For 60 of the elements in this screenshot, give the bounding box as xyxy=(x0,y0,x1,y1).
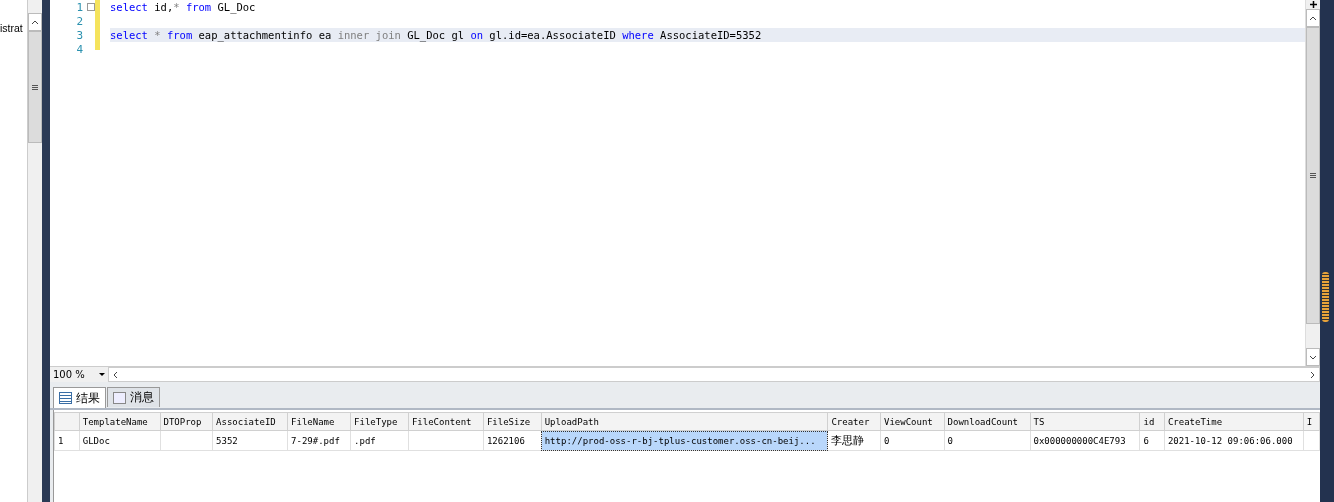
table-cell[interactable]: GLDoc xyxy=(79,430,160,451)
scroll-up-button[interactable] xyxy=(1306,9,1320,27)
zoom-dropdown[interactable]: 100 % xyxy=(50,367,108,382)
column-header[interactable]: Creater xyxy=(827,412,881,431)
chevron-left-icon[interactable] xyxy=(113,371,118,379)
grid-icon xyxy=(59,392,72,404)
results-tab[interactable]: 消息 xyxy=(107,387,160,407)
line-number: 1 xyxy=(76,0,83,14)
table-cell[interactable]: 6 xyxy=(1139,430,1165,451)
scroll-down-button[interactable] xyxy=(1306,348,1320,366)
column-header[interactable]: FileSize xyxy=(483,412,542,431)
column-header[interactable]: AssociateID xyxy=(212,412,288,431)
chevron-right-icon[interactable] xyxy=(1310,371,1315,379)
table-cell[interactable] xyxy=(408,430,484,451)
scrollbar-thumb[interactable] xyxy=(28,31,42,143)
column-header[interactable]: TS xyxy=(1030,412,1140,431)
row-number: 1 xyxy=(54,430,80,451)
line-number: 3 xyxy=(76,28,83,42)
column-header[interactable]: FileName xyxy=(287,412,351,431)
column-header[interactable]: DTOProp xyxy=(160,412,213,431)
document-icon xyxy=(113,391,126,404)
chevron-down-icon xyxy=(1309,354,1317,360)
line-number: 4 xyxy=(76,42,83,56)
column-header[interactable]: TemplateName xyxy=(79,412,160,431)
table-cell[interactable]: 2021-10-12 09:06:06.000 xyxy=(1164,430,1304,451)
grip-icon xyxy=(1310,173,1316,178)
scrollbar-thumb[interactable] xyxy=(1322,272,1329,322)
column-header[interactable]: UploadPath xyxy=(541,412,828,431)
table-cell[interactable]: 0 xyxy=(944,430,1030,451)
chevron-up-icon xyxy=(1309,15,1317,21)
table-cell[interactable]: http://prod-oss-r-bj-tplus-customer.oss-cn-beij... xyxy=(541,430,828,451)
column-header[interactable]: id xyxy=(1139,412,1165,431)
table-cell[interactable] xyxy=(1303,430,1320,451)
scroll-up-button[interactable] xyxy=(28,13,42,31)
table-cell[interactable]: 李思静 xyxy=(827,430,881,451)
change-marker xyxy=(95,0,100,50)
code-line: select id,* from GL_Doc xyxy=(110,1,256,13)
table-cell[interactable]: .pdf xyxy=(350,430,409,451)
table-cell[interactable]: 7-29#.pdf xyxy=(287,430,351,451)
column-header[interactable]: DownloadCount xyxy=(944,412,1030,431)
table-cell[interactable]: 0 xyxy=(880,430,945,451)
table-cell[interactable]: 0x000000000C4E793 xyxy=(1030,430,1140,451)
horizontal-scrollbar[interactable] xyxy=(108,367,1320,382)
vertical-scrollbar[interactable] xyxy=(1305,0,1320,366)
column-header[interactable]: ViewCount xyxy=(880,412,945,431)
column-header[interactable]: FileContent xyxy=(408,412,484,431)
code-line: select * from eap_attachmentinfo ea inner join GL_Doc gl on gl.id=ea.AssociateID where AssociateID=5352 xyxy=(110,29,762,41)
chevron-up-icon xyxy=(31,19,40,25)
results-tab[interactable]: 结果 xyxy=(53,387,106,408)
splitter-icon[interactable] xyxy=(1309,1,1317,8)
table-cell[interactable]: 5352 xyxy=(212,430,288,451)
grip-icon xyxy=(32,84,39,90)
table-cell[interactable] xyxy=(160,430,213,451)
vertical-scrollbar[interactable] xyxy=(27,0,42,502)
scrollbar-thumb[interactable] xyxy=(1306,27,1320,324)
tree-node-label[interactable]: istrat xyxy=(0,22,23,34)
line-number: 2 xyxy=(76,14,83,28)
column-header[interactable]: FileType xyxy=(350,412,409,431)
column-header[interactable]: CreateTime xyxy=(1164,412,1304,431)
caret-icon xyxy=(99,373,105,376)
